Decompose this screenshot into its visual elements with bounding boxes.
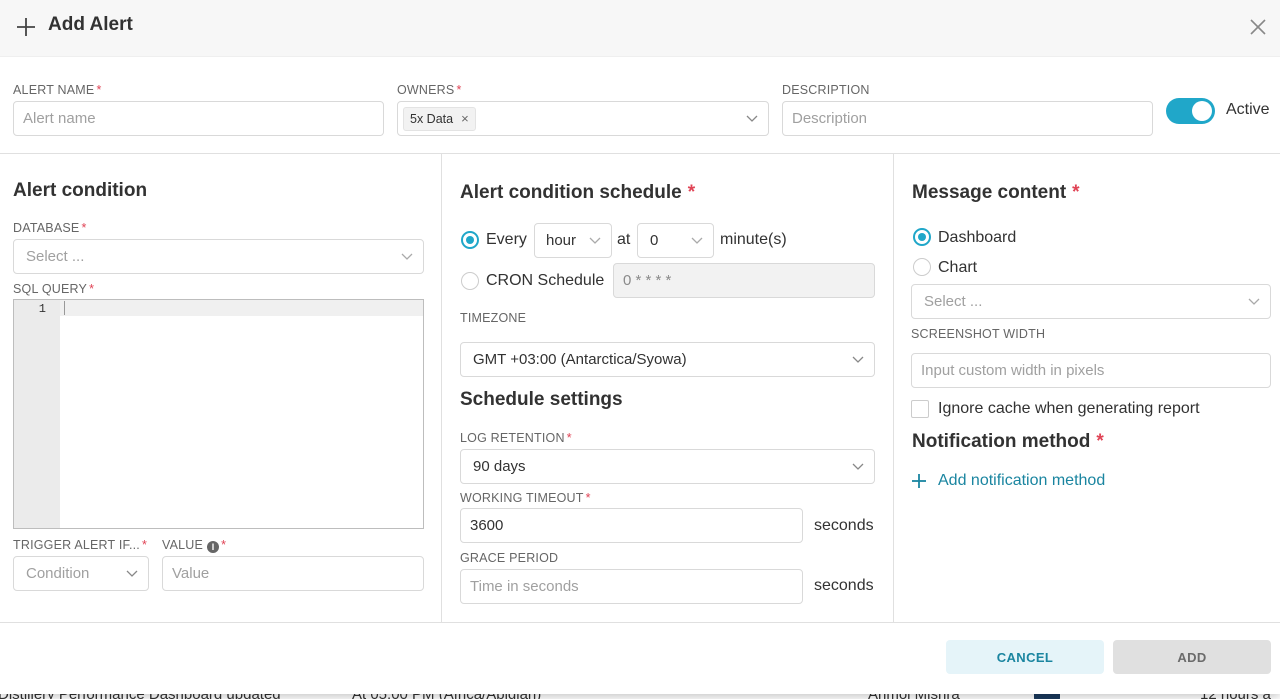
chevron-down-icon (852, 463, 864, 470)
column-divider-left (441, 154, 442, 622)
active-toggle[interactable] (1166, 98, 1215, 124)
every-unit-select[interactable]: hour (534, 223, 612, 258)
timezone-label: TIMEZONE (460, 311, 527, 325)
at-label: at (617, 231, 631, 248)
working-timeout-input[interactable]: 3600 (460, 508, 803, 543)
add-notification-method-link[interactable]: Add notification method (912, 472, 1105, 490)
active-label: Active (1226, 101, 1270, 118)
cron-radio[interactable] (461, 272, 479, 290)
alert-name-label: ALERT NAME * (13, 83, 102, 97)
description-input[interactable]: Description (782, 101, 1153, 136)
trigger-condition-placeholder: Condition (26, 565, 90, 582)
add-alert-modal: Add Alert ALERT NAME * Alert name OWNERS *… (0, 0, 1280, 694)
working-timeout-value: 3600 (470, 517, 504, 534)
value-input[interactable]: Value (162, 556, 424, 591)
cron-label: CRON Schedule (486, 272, 605, 289)
trigger-condition-select[interactable]: Condition (13, 556, 149, 591)
close-icon[interactable] (1248, 17, 1268, 37)
trigger-alert-label: TRIGGER ALERT IF... * (13, 538, 148, 552)
alert-name-input[interactable]: Alert name (13, 101, 384, 136)
chevron-down-icon (126, 570, 138, 577)
add-notification-method-label: Add notification method (938, 472, 1106, 489)
editor-line-number: 1 (38, 302, 46, 316)
log-retention-value: 90 days (473, 458, 526, 475)
working-timeout-unit: seconds (814, 517, 874, 534)
database-label: DATABASE * (13, 221, 87, 235)
cron-input[interactable]: 0 * * * * (613, 263, 875, 298)
value-label: VALUE i * (162, 538, 227, 553)
ignore-cache-checkbox[interactable] (911, 400, 929, 418)
footer-divider (0, 622, 1280, 623)
schedule-title: Alert condition schedule * (460, 182, 696, 203)
grace-period-unit: seconds (814, 577, 874, 594)
owner-tag-remove-icon[interactable]: × (461, 111, 469, 126)
notification-method-title: Notification method * (912, 431, 1104, 452)
section-divider (0, 153, 1280, 154)
dashboard-radio[interactable] (913, 228, 931, 246)
owners-select[interactable]: 5x Data × (397, 101, 769, 136)
editor-active-line (60, 300, 423, 316)
every-unit-value: hour (546, 232, 577, 249)
at-minute-select[interactable]: 0 (637, 223, 714, 258)
description-placeholder: Description (792, 110, 868, 127)
sql-query-editor[interactable]: 1 (13, 299, 424, 529)
add-button[interactable]: ADD (1113, 640, 1271, 674)
message-content-title: Message content * (912, 182, 1080, 203)
at-minute-value: 0 (650, 232, 659, 249)
cron-value: 0 * * * * (623, 272, 672, 289)
log-retention-select[interactable]: 90 days (460, 449, 875, 484)
ignore-cache-label: Ignore cache when generating report (938, 400, 1200, 417)
modal-header: Add Alert (0, 0, 1280, 57)
chevron-down-icon (691, 237, 703, 244)
screenshot-width-input[interactable]: Input custom width in pixels (911, 353, 1271, 388)
chart-label: Chart (938, 259, 978, 276)
grace-period-placeholder: Time in seconds (470, 578, 579, 595)
owner-tag-label: 5x Data (410, 111, 454, 126)
owner-tag: 5x Data × (403, 106, 476, 131)
chevron-down-icon (746, 115, 758, 122)
chart-radio[interactable] (913, 258, 931, 276)
editor-gutter (14, 300, 60, 528)
plus-icon (17, 18, 35, 36)
modal-title: Add Alert (48, 14, 133, 35)
minutes-label: minute(s) (720, 231, 787, 248)
chevron-down-icon (1248, 298, 1260, 305)
working-timeout-label: WORKING TIMEOUT * (460, 491, 591, 505)
database-placeholder: Select ... (26, 248, 85, 265)
log-retention-label: LOG RETENTION * (460, 431, 572, 445)
grace-period-label: GRACE PERIOD (460, 551, 559, 565)
sql-query-label: SQL QUERY * (13, 282, 95, 296)
screenshot-width-placeholder: Input custom width in pixels (921, 362, 1105, 379)
editor-cursor (64, 301, 65, 315)
chevron-down-icon (401, 253, 413, 260)
dashboard-label: Dashboard (938, 229, 1017, 246)
value-placeholder: Value (172, 565, 210, 582)
content-select-placeholder: Select ... (924, 293, 983, 310)
schedule-settings-title: Schedule settings (460, 389, 623, 410)
timezone-value: GMT +03:00 (Antarctica/Syowa) (473, 351, 687, 368)
chevron-down-icon (589, 237, 601, 244)
owners-label: OWNERS * (397, 83, 462, 97)
every-label: Every (486, 231, 527, 248)
grace-period-input[interactable]: Time in seconds (460, 569, 803, 604)
content-select[interactable]: Select ... (911, 284, 1271, 319)
cancel-button[interactable]: CANCEL (946, 640, 1104, 674)
alert-name-placeholder: Alert name (23, 110, 96, 127)
chevron-down-icon (852, 356, 864, 363)
database-select[interactable]: Select ... (13, 239, 424, 274)
timezone-select[interactable]: GMT +03:00 (Antarctica/Syowa) (460, 342, 875, 377)
info-icon[interactable]: i (207, 541, 220, 553)
plus-icon (912, 474, 926, 488)
description-label: DESCRIPTION (782, 83, 870, 97)
active-toggle-knob (1192, 101, 1212, 121)
every-radio[interactable] (461, 231, 479, 249)
column-divider-right (893, 154, 894, 622)
alert-condition-title: Alert condition (13, 180, 148, 201)
screenshot-width-label: SCREENSHOT WIDTH (911, 327, 1046, 341)
